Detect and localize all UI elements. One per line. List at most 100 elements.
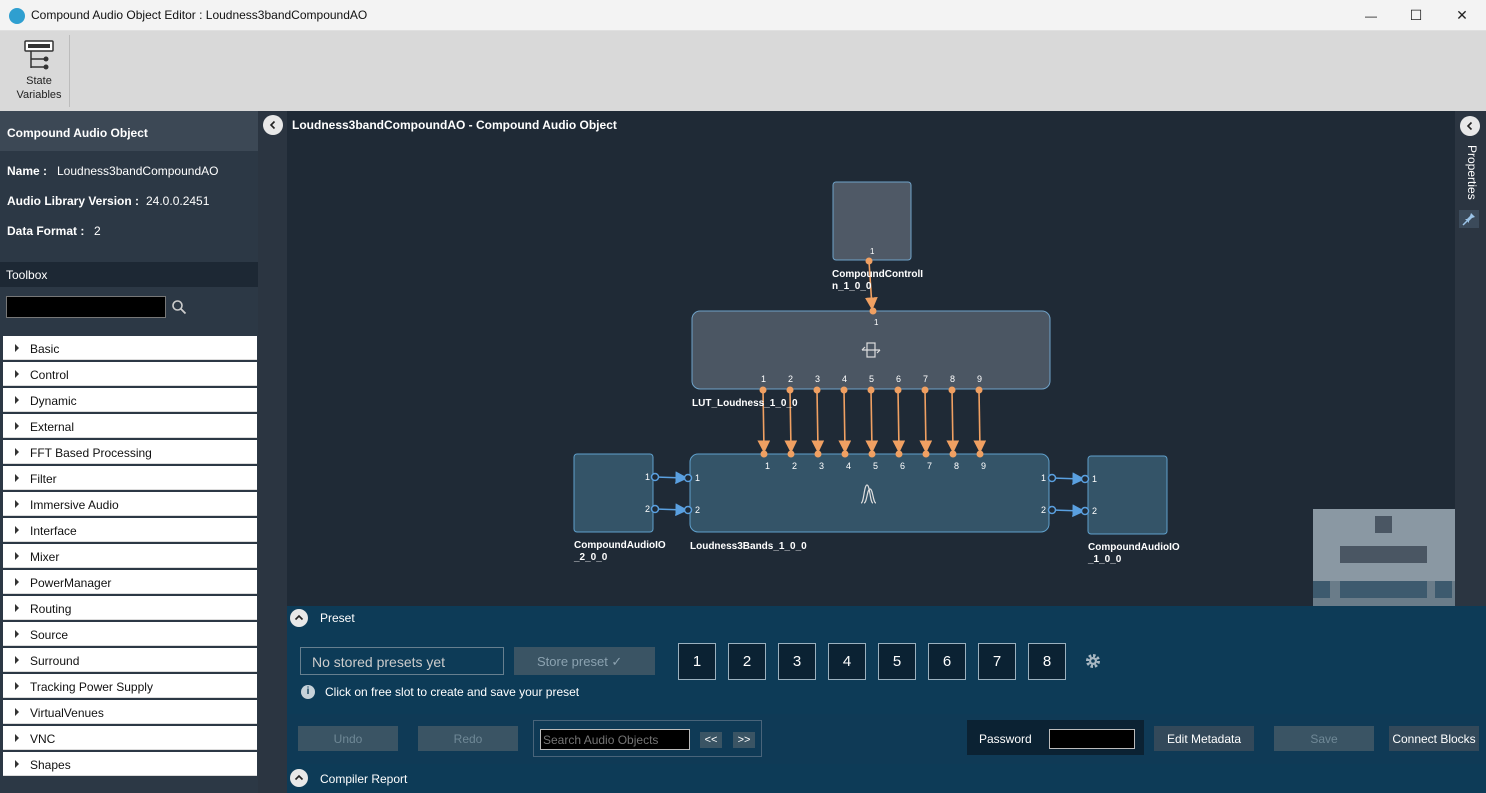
next-result-button[interactable]: >> — [733, 732, 755, 748]
store-preset-button[interactable]: Store preset ✓ — [514, 647, 655, 675]
audio-wire[interactable] — [1051, 472, 1086, 486]
toolbox-category-routing[interactable]: Routing — [3, 596, 257, 620]
preset-slot-button[interactable]: 7 — [978, 643, 1016, 680]
toolbox-category-virtualvenues[interactable]: VirtualVenues — [3, 700, 257, 724]
toolbox-category-fft-based-processing[interactable]: FFT Based Processing — [3, 440, 257, 464]
pin[interactable] — [650, 504, 660, 514]
connect-blocks-button[interactable]: Connect Blocks — [1389, 726, 1479, 751]
pin[interactable] — [683, 505, 693, 515]
pin[interactable] — [868, 450, 876, 458]
save-button[interactable]: Save — [1274, 726, 1374, 751]
toolbox-category-control[interactable]: Control — [3, 362, 257, 386]
pin[interactable] — [895, 450, 903, 458]
gear-icon[interactable] — [1084, 652, 1102, 670]
pin[interactable] — [869, 307, 877, 315]
audio-object-search-input[interactable] — [540, 729, 690, 750]
control-wire[interactable] — [838, 389, 852, 454]
minimize-button[interactable]: — — [1348, 0, 1394, 31]
properties-tab[interactable]: Properties — [1461, 145, 1479, 205]
io-out-block[interactable] — [1087, 455, 1168, 535]
prev-result-button[interactable]: << — [700, 732, 722, 748]
pin[interactable] — [760, 450, 768, 458]
pin[interactable] — [921, 386, 929, 394]
toolbox-category-tracking-power-supply[interactable]: Tracking Power Supply — [3, 674, 257, 698]
pin[interactable] — [683, 473, 693, 483]
toolbox-category-surround[interactable]: Surround — [3, 648, 257, 672]
pin[interactable] — [949, 450, 957, 458]
audio-wire[interactable] — [1051, 504, 1086, 518]
pin[interactable] — [976, 450, 984, 458]
control-wire[interactable] — [811, 389, 825, 454]
toolbox-category-mixer[interactable]: Mixer — [3, 544, 257, 568]
pin[interactable] — [975, 386, 983, 394]
expand-compiler-button[interactable] — [290, 769, 308, 787]
pin[interactable] — [786, 386, 794, 394]
control-wire[interactable] — [973, 389, 987, 454]
pin[interactable] — [1047, 505, 1057, 515]
close-button[interactable]: ✕ — [1439, 0, 1485, 31]
maximize-button[interactable]: ☐ — [1393, 0, 1439, 31]
search-icon[interactable] — [171, 299, 187, 315]
preset-slot-button[interactable]: 6 — [928, 643, 966, 680]
pin[interactable] — [840, 386, 848, 394]
toolbox-category-label: FFT Based Processing — [30, 446, 152, 460]
pin[interactable] — [813, 386, 821, 394]
preset-selector[interactable]: No stored presets yet — [300, 647, 504, 675]
expand-arrow-icon — [15, 760, 19, 768]
toolbox-category-immersive-audio[interactable]: Immersive Audio — [3, 492, 257, 516]
pin[interactable] — [865, 257, 873, 265]
audio-wire[interactable] — [654, 471, 689, 485]
pin-icon[interactable] — [1459, 210, 1479, 228]
toolbox-category-label: Interface — [30, 524, 77, 538]
preset-slot-button[interactable]: 3 — [778, 643, 816, 680]
pin[interactable] — [814, 450, 822, 458]
collapse-preset-button[interactable] — [290, 609, 308, 627]
preset-slot-button[interactable]: 2 — [728, 643, 766, 680]
audio-wire[interactable] — [654, 503, 689, 517]
io-in-block[interactable] — [573, 453, 654, 533]
toolbox-search-input[interactable] — [6, 296, 166, 318]
pin[interactable] — [922, 450, 930, 458]
control-wire[interactable] — [865, 389, 879, 454]
pin[interactable] — [759, 386, 767, 394]
toolbox-category-filter[interactable]: Filter — [3, 466, 257, 490]
pin[interactable] — [650, 472, 660, 482]
toolbox-category-interface[interactable]: Interface — [3, 518, 257, 542]
toolbox-category-label: VirtualVenues — [30, 706, 104, 720]
pin-label: 4 — [846, 461, 851, 471]
control-wire[interactable] — [892, 389, 906, 454]
control-wire[interactable] — [919, 389, 933, 454]
toolbox-category-basic[interactable]: Basic — [3, 336, 257, 360]
preset-slot-button[interactable]: 1 — [678, 643, 716, 680]
toolbox-category-external[interactable]: External — [3, 414, 257, 438]
toolbox-category-shapes[interactable]: Shapes — [3, 752, 257, 776]
edit-metadata-button[interactable]: Edit Metadata — [1154, 726, 1254, 751]
pin[interactable] — [894, 386, 902, 394]
toolbox-category-dynamic[interactable]: Dynamic — [3, 388, 257, 412]
collapse-left-button[interactable] — [263, 115, 283, 135]
pin[interactable] — [1080, 506, 1090, 516]
preset-slot-button[interactable]: 8 — [1028, 643, 1066, 680]
undo-button[interactable]: Undo — [298, 726, 398, 751]
expand-arrow-icon — [15, 604, 19, 612]
control-wire[interactable] — [946, 389, 960, 454]
preset-slot-button[interactable]: 4 — [828, 643, 866, 680]
io-out-label-1: CompoundAudioIO — [1088, 542, 1180, 553]
minimap[interactable] — [1313, 509, 1455, 606]
design-canvas[interactable]: Loudness3bandCompoundAO - Compound Audio… — [287, 111, 1455, 606]
pin[interactable] — [867, 386, 875, 394]
redo-button[interactable]: Redo — [418, 726, 518, 751]
toolbox-category-source[interactable]: Source — [3, 622, 257, 646]
pin[interactable] — [1080, 474, 1090, 484]
pin[interactable] — [841, 450, 849, 458]
expand-right-button[interactable] — [1460, 116, 1480, 136]
pin[interactable] — [948, 386, 956, 394]
preset-slot-button[interactable]: 5 — [878, 643, 916, 680]
state-variables-button[interactable]: State Variables — [8, 35, 70, 107]
pin[interactable] — [787, 450, 795, 458]
toolbox-category-vnc[interactable]: VNC — [3, 726, 257, 750]
pin-label: 1 — [874, 318, 879, 327]
pin[interactable] — [1047, 473, 1057, 483]
toolbox-category-powermanager[interactable]: PowerManager — [3, 570, 257, 594]
password-input[interactable] — [1049, 729, 1135, 749]
